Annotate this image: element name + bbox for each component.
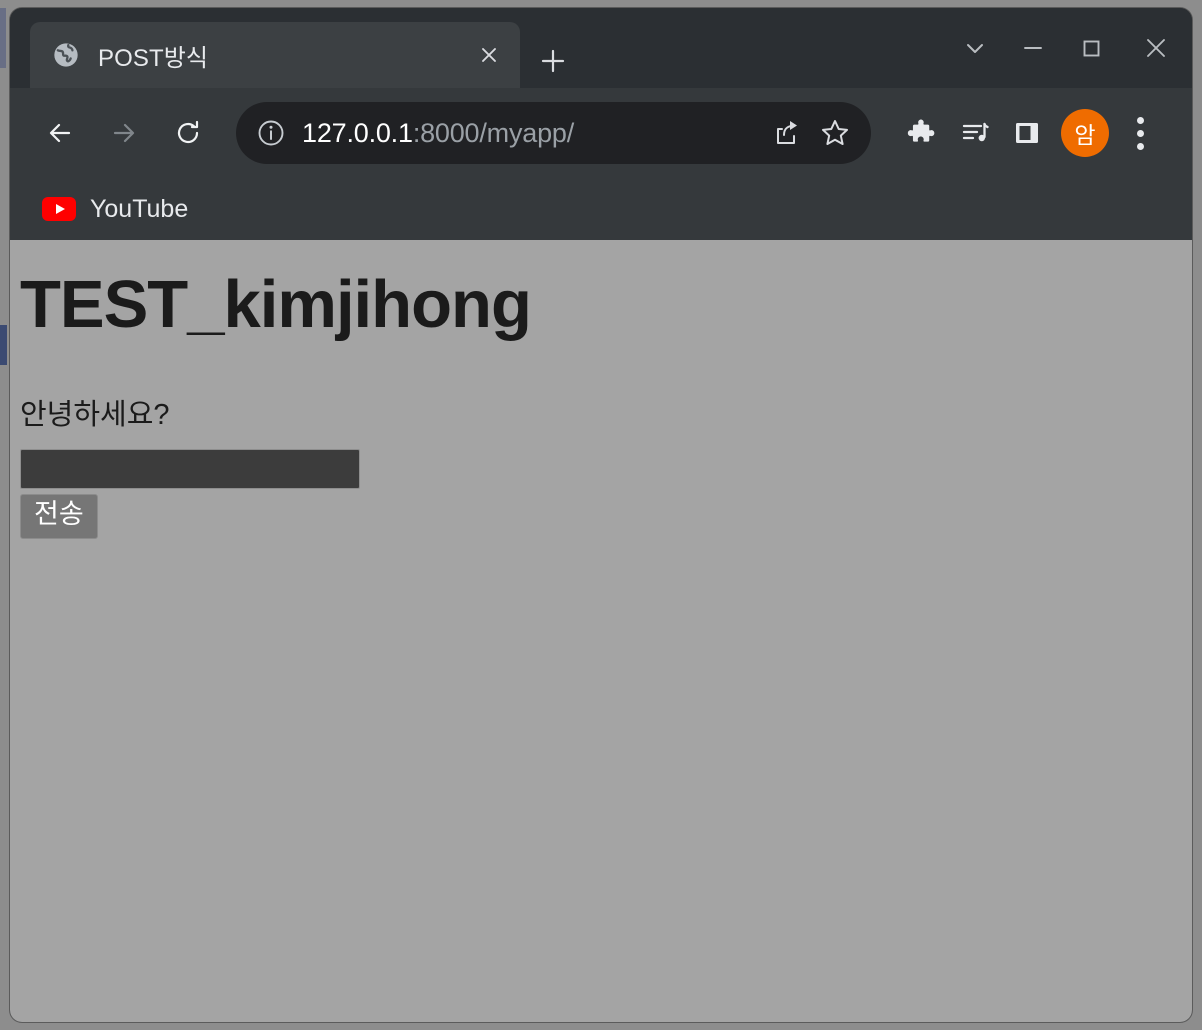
- chrome-menu-button[interactable]: [1115, 106, 1165, 160]
- minimize-icon: [1020, 35, 1046, 61]
- background-window-sliver-top: [0, 8, 6, 68]
- forward-button[interactable]: [96, 105, 152, 161]
- page-content: TEST_kimjihong 안녕하세요? 전송: [10, 240, 1192, 539]
- bookmark-label: YouTube: [90, 194, 189, 223]
- tab-strip: POST방식: [10, 8, 1192, 88]
- profile-avatar[interactable]: 암: [1061, 109, 1109, 157]
- tab-title: POST방식: [98, 44, 209, 72]
- play-triangle: [55, 204, 65, 214]
- globe-icon: [52, 41, 80, 69]
- info-icon[interactable]: [254, 116, 288, 150]
- arrow-left-icon: [44, 117, 76, 149]
- address-bar[interactable]: 127.0.0.1:8000/myapp/: [236, 102, 871, 164]
- maximize-button[interactable]: [1062, 17, 1120, 79]
- url-path: :8000/myapp/: [412, 117, 575, 148]
- page-title: TEST_kimjihong: [20, 267, 532, 342]
- browser-window: POST방식 127.0.0.1:8000/myapp/ 암 YouTube T…: [10, 8, 1192, 1022]
- menu-dot-3: [1136, 142, 1144, 150]
- submit-button[interactable]: 전송: [20, 494, 98, 539]
- reload-icon: [172, 117, 204, 149]
- arrow-right-icon: [108, 117, 140, 149]
- menu-dot-1: [1136, 116, 1144, 124]
- url-text: 127.0.0.1:8000/myapp/: [302, 118, 759, 149]
- back-button[interactable]: [32, 105, 88, 161]
- minimize-button[interactable]: [1004, 17, 1062, 79]
- browser-toolbar: 127.0.0.1:8000/myapp/ 암: [10, 88, 1192, 178]
- page-viewport: TEST_kimjihong 안녕하세요? 전송: [10, 240, 1192, 1022]
- share-icon[interactable]: [767, 113, 807, 153]
- close-window-button[interactable]: [1120, 17, 1192, 79]
- url-host: 127.0.0.1: [302, 117, 413, 148]
- avatar-initial: 암: [1074, 122, 1096, 148]
- side-panel-button[interactable]: [1001, 107, 1053, 159]
- bookmarks-bar: YouTube: [10, 178, 1192, 240]
- browser-tab-active[interactable]: POST방식: [30, 22, 520, 88]
- reload-button[interactable]: [160, 105, 216, 161]
- post-form: 전송: [20, 433, 1182, 539]
- close-icon[interactable]: [472, 38, 506, 72]
- chevron-down-icon: [962, 35, 988, 61]
- background-window-sliver: [0, 325, 7, 365]
- close-icon: [1141, 33, 1171, 63]
- plus-icon: [540, 48, 566, 74]
- bookmark-star-icon[interactable]: [815, 113, 855, 153]
- maximize-icon: [1078, 35, 1104, 61]
- side-panel-icon: [1012, 118, 1042, 148]
- media-note-icon: [958, 116, 992, 150]
- menu-dot-2: [1136, 129, 1144, 137]
- greeting-text: 안녕하세요?: [20, 399, 170, 432]
- new-tab-button[interactable]: [530, 38, 576, 84]
- media-controls-button[interactable]: [949, 107, 1001, 159]
- tab-search-button[interactable]: [946, 17, 1004, 79]
- puzzle-piece-icon: [906, 116, 940, 150]
- extensions-button[interactable]: [897, 107, 949, 159]
- message-input[interactable]: [20, 449, 360, 490]
- bookmark-item-youtube[interactable]: YouTube: [32, 187, 198, 231]
- youtube-icon: [42, 197, 76, 221]
- window-controls: [946, 8, 1192, 88]
